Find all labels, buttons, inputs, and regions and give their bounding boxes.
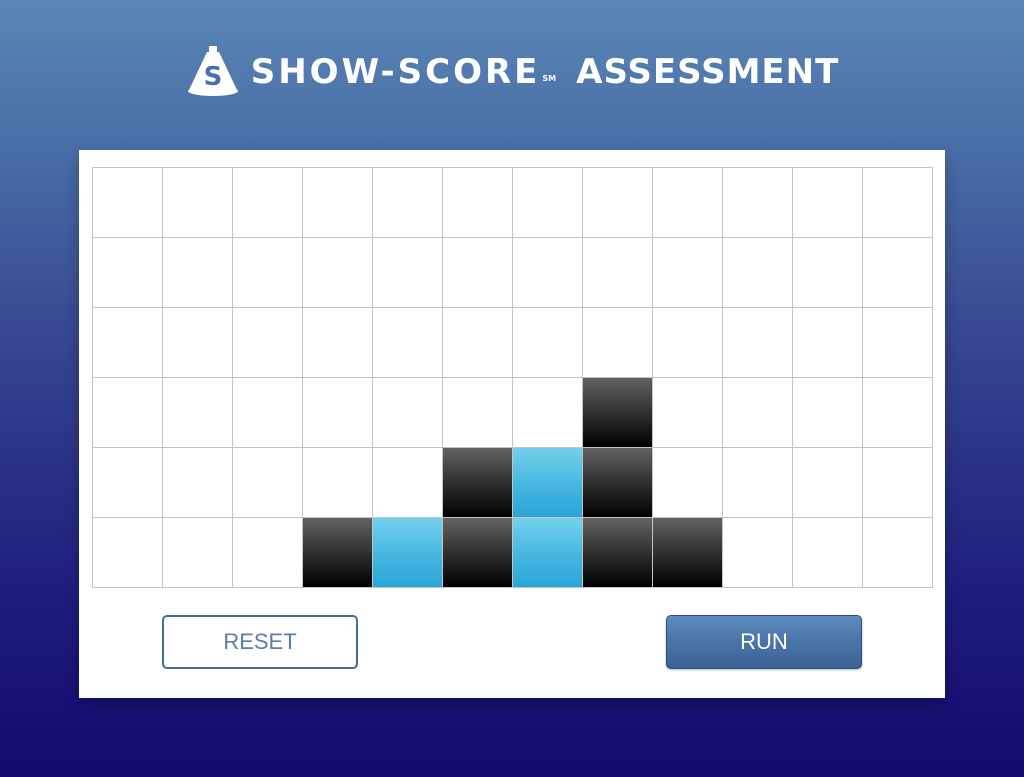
grid-cell-r1-c7[interactable] (513, 168, 583, 238)
grid-cell-r2-c9[interactable] (653, 238, 723, 308)
grid-cell-r3-c11[interactable] (793, 308, 863, 378)
grid-cell-r2-c10[interactable] (723, 238, 793, 308)
grid-cell-r2-c5[interactable] (373, 238, 443, 308)
grid-cell-r1-c10[interactable] (723, 168, 793, 238)
grid-cell-r4-c7[interactable] (513, 378, 583, 448)
grid-cell-r4-c1[interactable] (93, 378, 163, 448)
grid-cell-r5-c10[interactable] (723, 448, 793, 518)
grid-cell-r5-c7-blue[interactable] (513, 448, 583, 518)
grid-cell-r4-c12[interactable] (863, 378, 933, 448)
grid-cell-r1-c5[interactable] (373, 168, 443, 238)
grid-cell-r3-c9[interactable] (653, 308, 723, 378)
grid-cell-r1-c9[interactable] (653, 168, 723, 238)
puzzle-grid (92, 167, 933, 588)
grid-cell-r1-c4[interactable] (303, 168, 373, 238)
grid-cell-r2-c1[interactable] (93, 238, 163, 308)
grid-cell-r6-c1[interactable] (93, 518, 163, 588)
grid-cell-r3-c3[interactable] (233, 308, 303, 378)
brand-name: SHOW-SCORE (250, 52, 541, 92)
grid-cell-r4-c4[interactable] (303, 378, 373, 448)
grid-cell-r1-c8[interactable] (583, 168, 653, 238)
grid-cell-r4-c6[interactable] (443, 378, 513, 448)
grid-cell-r5-c8-black[interactable] (583, 448, 653, 518)
grid-cell-r6-c10[interactable] (723, 518, 793, 588)
grid-cell-r3-c7[interactable] (513, 308, 583, 378)
grid-cell-r3-c4[interactable] (303, 308, 373, 378)
grid-cell-r2-c11[interactable] (793, 238, 863, 308)
show-score-logo-icon: S (187, 46, 238, 96)
service-mark: SM (542, 73, 557, 83)
grid-cell-r5-c2[interactable] (163, 448, 233, 518)
grid-cell-r2-c12[interactable] (863, 238, 933, 308)
grid-cell-r3-c12[interactable] (863, 308, 933, 378)
grid-cell-r6-c6-black[interactable] (443, 518, 513, 588)
grid-cell-r1-c3[interactable] (233, 168, 303, 238)
grid-cell-r1-c6[interactable] (443, 168, 513, 238)
grid-cell-r4-c5[interactable] (373, 378, 443, 448)
grid-cell-r6-c5-blue[interactable] (373, 518, 443, 588)
grid-cell-r6-c7-blue[interactable] (513, 518, 583, 588)
header: S SHOW-SCORE SM ASSESSMENT (0, 40, 1024, 104)
grid-cell-r2-c3[interactable] (233, 238, 303, 308)
grid-cell-r1-c1[interactable] (93, 168, 163, 238)
grid-cell-r4-c3[interactable] (233, 378, 303, 448)
grid-cell-r4-c11[interactable] (793, 378, 863, 448)
grid-cell-r6-c11[interactable] (793, 518, 863, 588)
grid-cell-r6-c9-black[interactable] (653, 518, 723, 588)
grid-cell-r5-c9[interactable] (653, 448, 723, 518)
grid-cell-r5-c4[interactable] (303, 448, 373, 518)
svg-text:S: S (203, 62, 222, 92)
grid-cell-r6-c12[interactable] (863, 518, 933, 588)
grid-cell-r3-c1[interactable] (93, 308, 163, 378)
grid-cell-r5-c6-black[interactable] (443, 448, 513, 518)
grid-cell-r5-c5[interactable] (373, 448, 443, 518)
grid-cell-r1-c12[interactable] (863, 168, 933, 238)
grid-cell-r6-c2[interactable] (163, 518, 233, 588)
grid-cell-r2-c4[interactable] (303, 238, 373, 308)
grid-cell-r5-c1[interactable] (93, 448, 163, 518)
grid-cell-r1-c2[interactable] (163, 168, 233, 238)
grid-cell-r1-c11[interactable] (793, 168, 863, 238)
grid-cell-r3-c2[interactable] (163, 308, 233, 378)
grid-cell-r6-c4-black[interactable] (303, 518, 373, 588)
grid-cell-r2-c2[interactable] (163, 238, 233, 308)
grid-cell-r3-c10[interactable] (723, 308, 793, 378)
grid-cell-r6-c3[interactable] (233, 518, 303, 588)
puzzle-panel: RESET RUN (79, 150, 945, 698)
grid-cell-r4-c9[interactable] (653, 378, 723, 448)
grid-cell-r3-c5[interactable] (373, 308, 443, 378)
reset-button[interactable]: RESET (162, 615, 358, 669)
grid-cell-r3-c8[interactable] (583, 308, 653, 378)
grid-cell-r2-c6[interactable] (443, 238, 513, 308)
grid-cell-r2-c7[interactable] (513, 238, 583, 308)
grid-cell-r3-c6[interactable] (443, 308, 513, 378)
grid-cell-r4-c8-black[interactable] (583, 378, 653, 448)
grid-cell-r4-c2[interactable] (163, 378, 233, 448)
grid-cell-r5-c3[interactable] (233, 448, 303, 518)
page-title: ASSESSMENT (576, 52, 840, 92)
grid-cell-r5-c12[interactable] (863, 448, 933, 518)
grid-cell-r6-c8-black[interactable] (583, 518, 653, 588)
grid-cell-r5-c11[interactable] (793, 448, 863, 518)
grid-cell-r4-c10[interactable] (723, 378, 793, 448)
grid-cell-r2-c8[interactable] (583, 238, 653, 308)
run-button[interactable]: RUN (666, 615, 862, 669)
